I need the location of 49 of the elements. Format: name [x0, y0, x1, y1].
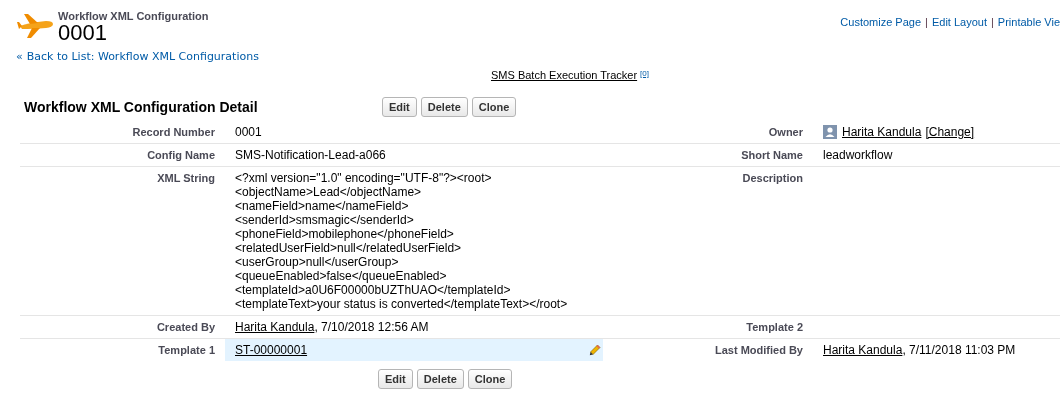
section-title: Workflow XML Configuration Detail: [23, 99, 259, 115]
action-button[interactable]: Clone: [467, 369, 513, 389]
related-list-link[interactable]: SMS Batch Execution Tracker: [491, 69, 638, 81]
field-label: Description: [741, 171, 804, 186]
page-link[interactable]: Customize Page: [840, 16, 922, 44]
field-value: leadworkflow: [823, 148, 893, 162]
page-link[interactable]: Edit Layout: [931, 16, 987, 44]
record-link[interactable]: Harita Kandula: [842, 125, 922, 139]
field-label: Created By: [155, 320, 216, 335]
record-link[interactable]: [Change]: [925, 125, 975, 139]
action-button[interactable]: Delete: [420, 97, 468, 117]
field-label: Template 1: [157, 343, 216, 358]
link-separator: |: [990, 16, 994, 30]
xml-line: <templateId>a0U6F00000bUZThUAO</templateId>: [235, 283, 512, 297]
field-label: Config Name: [146, 148, 216, 163]
field-value: SMS-Notification-Lead-a066: [235, 148, 386, 162]
user-avatar-icon: [823, 125, 837, 139]
field-label: Owner: [767, 125, 804, 140]
xml-line: <templateText>your status is converted</templateText></root>: [235, 297, 568, 311]
object-type: Workflow XML Configuration: [58, 10, 209, 22]
field-label: XML String: [156, 171, 216, 186]
pencil-icon[interactable]: [589, 344, 601, 356]
back-link[interactable]: Back to List: Workflow XML Configurations: [26, 50, 259, 63]
xml-line: <nameField>name</nameField>: [235, 199, 410, 213]
record-title: 0001: [58, 22, 108, 44]
action-button[interactable]: Clone: [471, 97, 517, 117]
action-button[interactable]: Edit: [378, 369, 413, 389]
field-label: Short Name: [740, 148, 804, 163]
field-label: Template 2: [745, 320, 804, 335]
xml-line: <objectName>Lead</objectName>: [235, 185, 423, 199]
field-value: 0001: [235, 125, 262, 139]
xml-line: <userGroup>null</userGroup>: [235, 255, 400, 269]
action-button[interactable]: Edit: [382, 97, 417, 117]
xml-line: <relatedUserField>null</relatedUserField>: [235, 241, 463, 255]
count-link[interactable]: [0]: [640, 69, 649, 78]
record-link[interactable]: ST-00000001: [235, 343, 308, 357]
field-value: , 7/10/2018 12:56 AM: [314, 320, 429, 334]
field-value: , 7/11/2018 11:03 PM: [902, 343, 1016, 357]
page-link[interactable]: Printable Vie: [997, 16, 1060, 44]
link-separator: |: [925, 16, 928, 30]
xml-line: <?xml version="1.0" encoding="UTF-8"?><root>: [235, 171, 493, 185]
field-label: Last Modified By: [714, 343, 804, 358]
airplane-icon: [16, 12, 56, 40]
field-label: Record Number: [131, 125, 216, 140]
xml-line: <phoneField>mobilephone</phoneField>: [235, 227, 455, 241]
xml-line: <senderId>smsmagic</senderId>: [235, 213, 415, 227]
back-arrow: «: [16, 50, 23, 63]
xml-line: <queueEnabled>false</queueEnabled>: [235, 269, 448, 283]
action-button[interactable]: Delete: [416, 369, 464, 389]
